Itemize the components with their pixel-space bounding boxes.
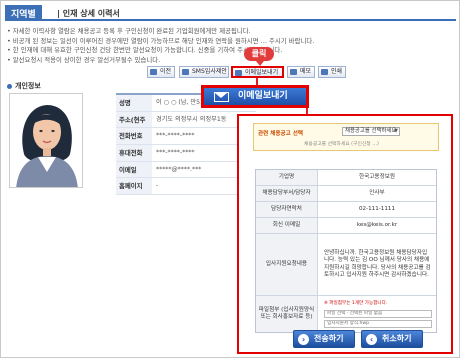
application-message-field[interactable]: 안녕하십니까. 한국고용정보원 채용담당자입니다. 능력 있는 김 OO 님께서…: [324, 234, 432, 295]
sms-offer-button[interactable]: SMS입사제안: [179, 66, 229, 78]
form-row: 채용담당부서/담당자 인사부: [256, 186, 436, 202]
file-attach-area: ※ 파일첨부는 1개만 가능합니다. 파일 선택 · 선택된 파일 없음 입사지…: [324, 296, 432, 332]
notice-item: • 한 인재에 대해 유효한 구인신청 건당 한번만 알선요청이 가능합니다. …: [7, 46, 283, 55]
notice-item: • 비공개 된 정보는 일선이 이루어진 경우에만 열람이 가능하므로 해당 인…: [7, 36, 315, 45]
envelope-icon: [214, 92, 229, 102]
memo-button[interactable]: 메모: [287, 66, 315, 78]
company-name-field[interactable]: 한국고용정보원: [318, 170, 436, 185]
personal-info-table: 성명이 ○ ○ (남, 만51세) (여성/...) 주소(현주소)경기도 의정…: [116, 93, 256, 196]
file-input[interactable]: 파일 선택 · 선택된 파일 없음: [324, 309, 432, 318]
file-input-secondary[interactable]: 입사지원서 양식.hwp: [324, 319, 432, 328]
send-button[interactable]: › 전송하기: [293, 330, 355, 348]
page-header: 지역별 | 인재 상세 이력서: [5, 5, 456, 21]
prev-icon: [150, 69, 157, 75]
memo-icon: [290, 69, 297, 75]
info-row: 전화번호 ***-****-****: [116, 128, 256, 146]
email-toolbar-button[interactable]: 이메일보내기: [231, 66, 284, 78]
toolbar: 이전 SMS입사제안 이메일보내기 메모 인쇄: [1, 66, 460, 78]
email-icon: [235, 70, 242, 76]
attach-note: ※ 파일첨부는 1개만 가능합니다.: [324, 301, 388, 307]
email-form-table: 기업명 한국고용정보원 채용담당부서/담당자 인사부 담당자연락처 02-111…: [255, 169, 437, 333]
info-row: 주소(현주소)경기도 의정부시 의정부1동: [116, 111, 256, 140]
person-avatar-icon: [16, 105, 78, 187]
info-row: 휴대전화 ***-****-****: [116, 145, 256, 162]
email-send-button-large[interactable]: 이메일보내기: [201, 85, 309, 108]
profile-photo: [9, 93, 83, 188]
bullet-icon: [7, 83, 12, 89]
sms-icon: [182, 69, 189, 75]
form-row: 기업명 한국고용정보원: [256, 170, 436, 186]
info-row: 이메일 *****@****.***: [116, 161, 256, 179]
print-icon: [321, 69, 328, 75]
page-title: | 인재 상세 이력서: [57, 9, 120, 18]
personal-info-heading: 개인정보: [7, 81, 41, 91]
notice-item: • 자세한 이력사항 열람은 채용공고 등록 후 구인신청이 완료된 기업회원에…: [7, 27, 251, 35]
print-button[interactable]: 인쇄: [318, 66, 346, 78]
region-tag: 지역별: [5, 5, 42, 20]
form-row: 파일첨부 (입사지원양식 또는 회사홍보자료 등) ※ 파일첨부는 1개만 가능…: [256, 296, 436, 332]
notice-list: • 자세한 이력사항 열람은 채용공고 등록 후 구인신청이 완료된 기업회원에…: [7, 27, 455, 65]
job-posting-select-area: 관련 채용공고 선택 채용공고를 선택하세요 채용공고를 선택하세요 (구인신청…: [253, 123, 439, 151]
prev-button[interactable]: 이전: [147, 66, 175, 78]
department-field[interactable]: 인사부: [318, 186, 436, 201]
job-posting-note: 채용공고를 선택하세요 (구인신청 …): [304, 142, 379, 147]
arrow-back-icon: ‹: [366, 334, 377, 345]
email-form-panel: 관련 채용공고 선택 채용공고를 선택하세요 채용공고를 선택하세요 (구인신청…: [237, 114, 453, 354]
job-posting-label: 관련 채용공고 선택: [258, 131, 304, 137]
arrow-right-icon: ›: [298, 334, 309, 345]
form-row: 입사지원요청내용 안녕하십니까. 한국고용정보원 채용담당자입니다. 능력 있는…: [256, 234, 436, 296]
click-callout: 클릭: [244, 47, 274, 66]
contact-phone-field[interactable]: 02-111-1111: [318, 202, 436, 217]
job-posting-select[interactable]: 채용공고를 선택하세요: [342, 127, 400, 136]
notice-item: • 알선요청시 적용이 상이한 경우 알선거부될수 있습니다.: [7, 55, 161, 64]
reply-email-field[interactable]: kes@keis.or.kr: [318, 218, 436, 233]
resume-window: 지역별 | 인재 상세 이력서 • 자세한 이력사항 열람은 채용공고 등록 후…: [0, 0, 460, 358]
cancel-button[interactable]: ‹ 취소하기: [361, 330, 423, 348]
form-row: 회신 이메일 kes@keis.or.kr: [256, 218, 436, 234]
form-row: 담당자연락처 02-111-1111: [256, 202, 436, 218]
info-row: 홈페이지 -: [116, 178, 256, 196]
